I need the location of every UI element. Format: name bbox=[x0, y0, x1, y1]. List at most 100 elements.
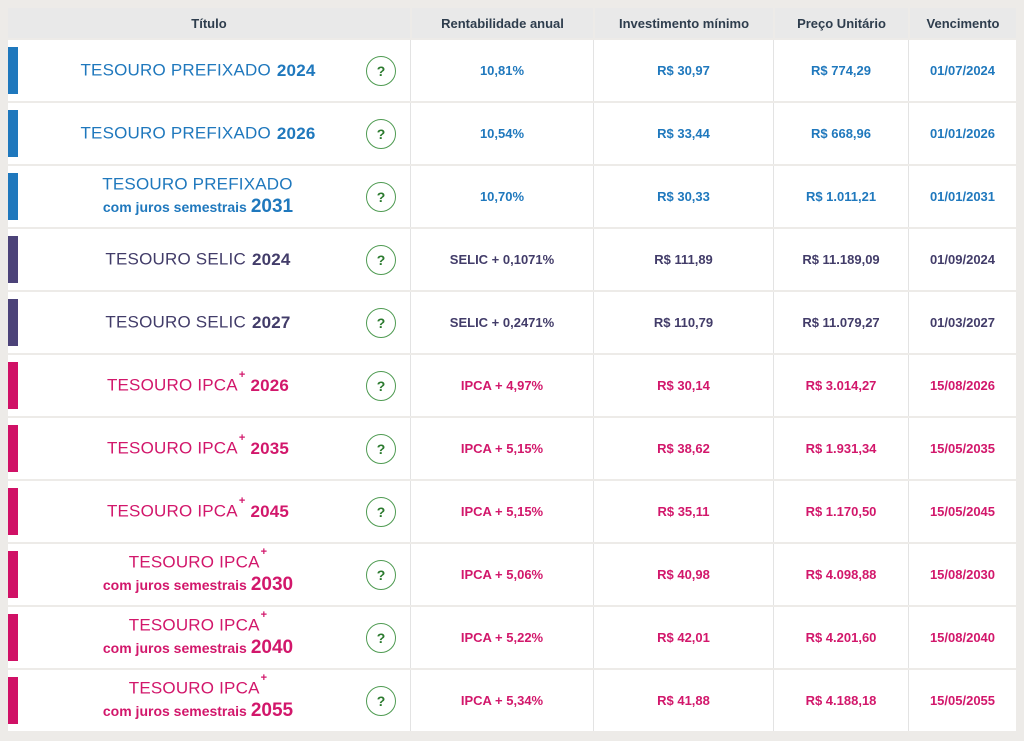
bond-price-table: Título Rentabilidade anual Investimento … bbox=[0, 0, 1024, 741]
annual-yield-cell: IPCA + 5,22% bbox=[410, 607, 593, 668]
bond-color-bar bbox=[8, 614, 18, 661]
maturity-date-cell: 01/01/2026 bbox=[908, 103, 1016, 164]
bond-name: TESOURO IPCA+2026 bbox=[106, 369, 290, 395]
annual-yield-cell: IPCA + 4,97% bbox=[410, 355, 593, 416]
question-mark-glyph: ? bbox=[376, 692, 386, 709]
bond-color-bar bbox=[8, 47, 18, 94]
bond-subtitle: com juros semestrais 2030 bbox=[102, 574, 294, 596]
annual-yield-cell: SELIC + 0,2471% bbox=[410, 292, 593, 353]
maturity-date-cell: 15/08/2040 bbox=[908, 607, 1016, 668]
min-investment-cell: R$ 38,62 bbox=[593, 418, 773, 479]
bond-subtitle: com juros semestrais 2040 bbox=[102, 637, 294, 659]
bond-color-bar bbox=[8, 173, 18, 220]
min-investment-cell: R$ 30,33 bbox=[593, 166, 773, 227]
maturity-date-cell: 01/09/2024 bbox=[908, 229, 1016, 290]
maturity-date-cell: 01/03/2027 bbox=[908, 292, 1016, 353]
min-investment-cell: R$ 41,88 bbox=[593, 670, 773, 731]
annual-yield-cell: IPCA + 5,15% bbox=[410, 481, 593, 542]
min-investment-cell: R$ 40,98 bbox=[593, 544, 773, 605]
annual-yield-cell: IPCA + 5,06% bbox=[410, 544, 593, 605]
bond-name: TESOURO IPCA+2045 bbox=[106, 495, 290, 521]
annual-yield-cell: 10,81% bbox=[410, 40, 593, 101]
bond-color-bar bbox=[8, 236, 18, 283]
bond-title: TESOURO PREFIXADO 2024 bbox=[30, 60, 366, 81]
question-mark-glyph: ? bbox=[376, 440, 386, 457]
help-icon[interactable]: ? bbox=[366, 181, 396, 212]
bond-color-bar bbox=[8, 488, 18, 535]
bond-title-cell: TESOURO IPCA+ com juros semestrais 2040 ? bbox=[8, 607, 410, 668]
plus-superscript: + bbox=[238, 495, 246, 508]
bond-year: 2026 bbox=[276, 123, 316, 143]
bond-title-cell: TESOURO SELIC 2027 ? bbox=[8, 292, 410, 353]
bond-color-bar bbox=[8, 677, 18, 724]
bond-name: TESOURO IPCA+2035 bbox=[106, 432, 290, 458]
table-row: TESOURO SELIC 2027 ? SELIC + 0,2471% R$ 1… bbox=[8, 292, 1016, 353]
bond-title: TESOURO IPCA+2045 bbox=[30, 495, 366, 522]
bond-title-cell: TESOURO IPCA+ com juros semestrais 2055 ? bbox=[8, 670, 410, 731]
maturity-date-cell: 15/08/2030 bbox=[908, 544, 1016, 605]
bond-color-bar bbox=[8, 551, 18, 598]
help-icon[interactable]: ? bbox=[366, 496, 396, 527]
table-row: TESOURO IPCA+2045 ? IPCA + 5,15% R$ 35,1… bbox=[8, 481, 1016, 542]
unit-price-cell: R$ 4.201,60 bbox=[773, 607, 908, 668]
bond-year: 2024 bbox=[251, 249, 291, 269]
question-mark-glyph: ? bbox=[376, 629, 386, 646]
bond-title: TESOURO IPCA+ com juros semestrais 2055 bbox=[30, 672, 366, 722]
bond-title: TESOURO IPCA+ com juros semestrais 2040 bbox=[30, 609, 366, 659]
help-icon[interactable]: ? bbox=[366, 118, 396, 149]
bond-name: TESOURO PREFIXADO 2024 bbox=[80, 60, 316, 80]
min-investment-cell: R$ 111,89 bbox=[593, 229, 773, 290]
help-icon[interactable]: ? bbox=[366, 370, 396, 401]
bond-color-bar bbox=[8, 110, 18, 157]
maturity-date-cell: 15/05/2035 bbox=[908, 418, 1016, 479]
annual-yield-cell: IPCA + 5,15% bbox=[410, 418, 593, 479]
min-investment-cell: R$ 30,14 bbox=[593, 355, 773, 416]
maturity-date-cell: 15/08/2026 bbox=[908, 355, 1016, 416]
help-icon[interactable]: ? bbox=[366, 433, 396, 464]
table-row: TESOURO IPCA+2035 ? IPCA + 5,15% R$ 38,6… bbox=[8, 418, 1016, 479]
column-header-titulo: Título bbox=[8, 8, 410, 38]
bond-title-cell: TESOURO IPCA+2035 ? bbox=[8, 418, 410, 479]
help-icon[interactable]: ? bbox=[366, 55, 396, 86]
help-icon[interactable]: ? bbox=[366, 559, 396, 590]
min-investment-cell: R$ 110,79 bbox=[593, 292, 773, 353]
table-row: TESOURO PREFIXADO 2026 ? 10,54% R$ 33,44 … bbox=[8, 103, 1016, 164]
annual-yield-cell: 10,54% bbox=[410, 103, 593, 164]
table-row: TESOURO SELIC 2024 ? SELIC + 0,1071% R$ 1… bbox=[8, 229, 1016, 290]
plus-superscript: + bbox=[260, 609, 268, 622]
table-row: TESOURO IPCA+ com juros semestrais 2040 ?… bbox=[8, 607, 1016, 668]
question-mark-glyph: ? bbox=[376, 251, 386, 268]
unit-price-cell: R$ 1.170,50 bbox=[773, 481, 908, 542]
question-mark-glyph: ? bbox=[376, 125, 386, 142]
bond-title: TESOURO SELIC 2027 bbox=[30, 312, 366, 333]
bond-name: TESOURO SELIC 2027 bbox=[105, 312, 291, 332]
help-icon[interactable]: ? bbox=[366, 622, 396, 653]
bond-color-bar bbox=[8, 299, 18, 346]
help-icon[interactable]: ? bbox=[366, 685, 396, 716]
min-investment-cell: R$ 30,97 bbox=[593, 40, 773, 101]
plus-superscript: + bbox=[260, 672, 268, 685]
min-investment-cell: R$ 42,01 bbox=[593, 607, 773, 668]
min-investment-cell: R$ 33,44 bbox=[593, 103, 773, 164]
column-header-vencimento: Vencimento bbox=[908, 8, 1016, 38]
bond-title-cell: TESOURO SELIC 2024 ? bbox=[8, 229, 410, 290]
maturity-date-cell: 01/07/2024 bbox=[908, 40, 1016, 101]
table-row: TESOURO IPCA+2026 ? IPCA + 4,97% R$ 30,1… bbox=[8, 355, 1016, 416]
table-header-row: Título Rentabilidade anual Investimento … bbox=[8, 8, 1016, 38]
unit-price-cell: R$ 11.189,09 bbox=[773, 229, 908, 290]
table-row: TESOURO PREFIXADO com juros semestrais 20… bbox=[8, 166, 1016, 227]
annual-yield-cell: SELIC + 0,1071% bbox=[410, 229, 593, 290]
bond-year: 2024 bbox=[276, 60, 316, 80]
help-icon[interactable]: ? bbox=[366, 244, 396, 275]
bond-title: TESOURO IPCA+2026 bbox=[30, 369, 366, 396]
annual-yield-cell: IPCA + 5,34% bbox=[410, 670, 593, 731]
bond-name: TESOURO IPCA+ bbox=[128, 672, 268, 699]
bond-title: TESOURO PREFIXADO 2026 bbox=[30, 123, 366, 144]
bond-title-cell: TESOURO PREFIXADO 2024 ? bbox=[8, 40, 410, 101]
help-icon[interactable]: ? bbox=[366, 307, 396, 338]
bond-year: 2030 bbox=[250, 574, 294, 596]
question-mark-glyph: ? bbox=[376, 377, 386, 394]
bond-color-bar bbox=[8, 425, 18, 472]
unit-price-cell: R$ 774,29 bbox=[773, 40, 908, 101]
unit-price-cell: R$ 1.931,34 bbox=[773, 418, 908, 479]
